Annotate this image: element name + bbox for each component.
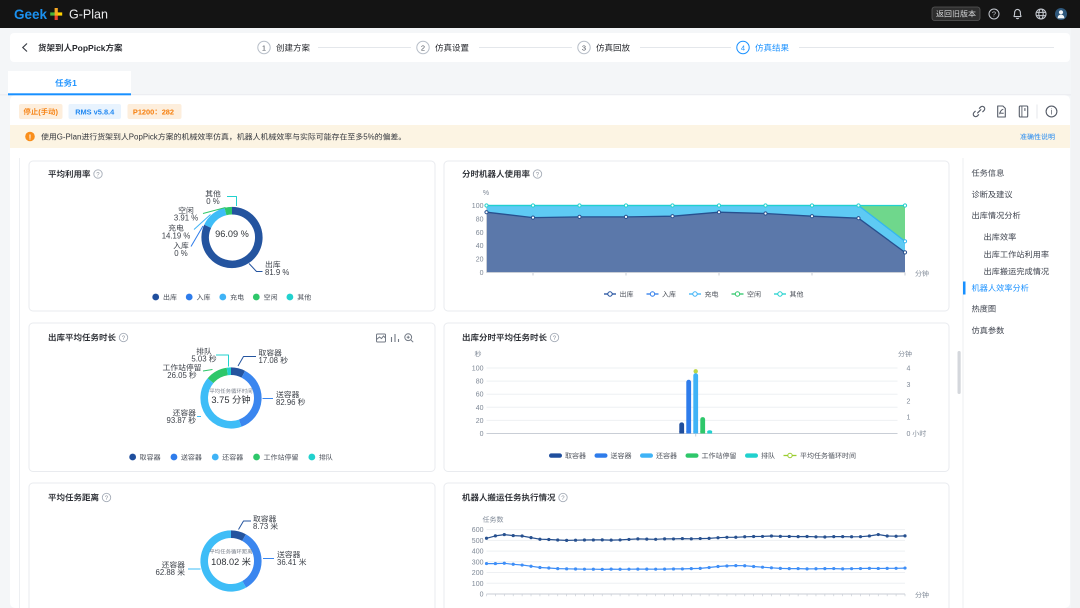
- svg-text:600: 600: [472, 527, 484, 534]
- svg-text:Geek: Geek: [14, 7, 48, 22]
- svg-text:282: 282: [162, 107, 174, 116]
- svg-text:4: 4: [741, 43, 745, 52]
- svg-text:1: 1: [72, 78, 77, 88]
- svg-text:100: 100: [472, 365, 484, 372]
- svg-text:i: i: [1051, 108, 1053, 117]
- svg-text:80: 80: [476, 216, 484, 223]
- svg-text:PopPick: PopPick: [129, 133, 158, 142]
- svg-text:100: 100: [472, 203, 484, 210]
- svg-text:PopPick: PopPick: [72, 43, 106, 53]
- svg-text:%: %: [483, 190, 489, 197]
- svg-text:60: 60: [476, 392, 484, 399]
- svg-text:62.88: 62.88: [156, 568, 176, 577]
- svg-text:80: 80: [476, 379, 484, 386]
- svg-text:P1200: P1200: [133, 107, 154, 116]
- svg-text:100: 100: [472, 581, 484, 588]
- svg-text:?: ?: [992, 10, 996, 19]
- svg-text:0: 0: [480, 591, 484, 598]
- svg-text:3: 3: [907, 382, 911, 389]
- svg-text:G-Plan: G-Plan: [57, 133, 82, 142]
- svg-text:1: 1: [907, 415, 911, 422]
- svg-text:0: 0: [907, 431, 911, 438]
- svg-text:3.75: 3.75: [211, 395, 229, 405]
- svg-text:300: 300: [472, 559, 484, 566]
- svg-text:1: 1: [262, 43, 266, 52]
- svg-text:8.73: 8.73: [253, 522, 268, 531]
- svg-text:82.96: 82.96: [276, 398, 296, 407]
- svg-text:400: 400: [472, 549, 484, 556]
- svg-text:5.03: 5.03: [191, 355, 206, 364]
- svg-text:500: 500: [472, 538, 484, 545]
- svg-text:5%: 5%: [363, 133, 374, 142]
- svg-text:26.05: 26.05: [167, 371, 187, 380]
- svg-text:20: 20: [476, 418, 484, 425]
- svg-text:93.87: 93.87: [167, 416, 187, 425]
- svg-text:60: 60: [476, 230, 484, 237]
- svg-text:0: 0: [480, 431, 484, 438]
- svg-text:17.08: 17.08: [259, 356, 279, 365]
- svg-text:3.91 %: 3.91 %: [174, 214, 198, 223]
- svg-text:40: 40: [476, 405, 484, 412]
- svg-text:RMS v5.8.4: RMS v5.8.4: [75, 107, 115, 116]
- svg-text:200: 200: [472, 570, 484, 577]
- svg-text:36.41: 36.41: [277, 558, 297, 567]
- svg-text:40: 40: [476, 243, 484, 250]
- svg-text:96.09 %: 96.09 %: [215, 229, 249, 239]
- svg-text:14.19 %: 14.19 %: [162, 231, 191, 240]
- svg-text:2: 2: [421, 43, 425, 52]
- svg-text:3: 3: [582, 43, 586, 52]
- svg-text:81.9 %: 81.9 %: [265, 268, 289, 277]
- svg-text:20: 20: [476, 257, 484, 264]
- svg-text:108.02: 108.02: [211, 557, 239, 567]
- svg-text:4: 4: [907, 365, 911, 372]
- svg-text:0 %: 0 %: [206, 197, 220, 206]
- svg-text:!: !: [29, 132, 32, 141]
- svg-text:2: 2: [907, 398, 911, 405]
- svg-text:G-Plan: G-Plan: [69, 8, 108, 22]
- svg-text:0 %: 0 %: [174, 249, 188, 258]
- svg-text:0: 0: [480, 270, 484, 277]
